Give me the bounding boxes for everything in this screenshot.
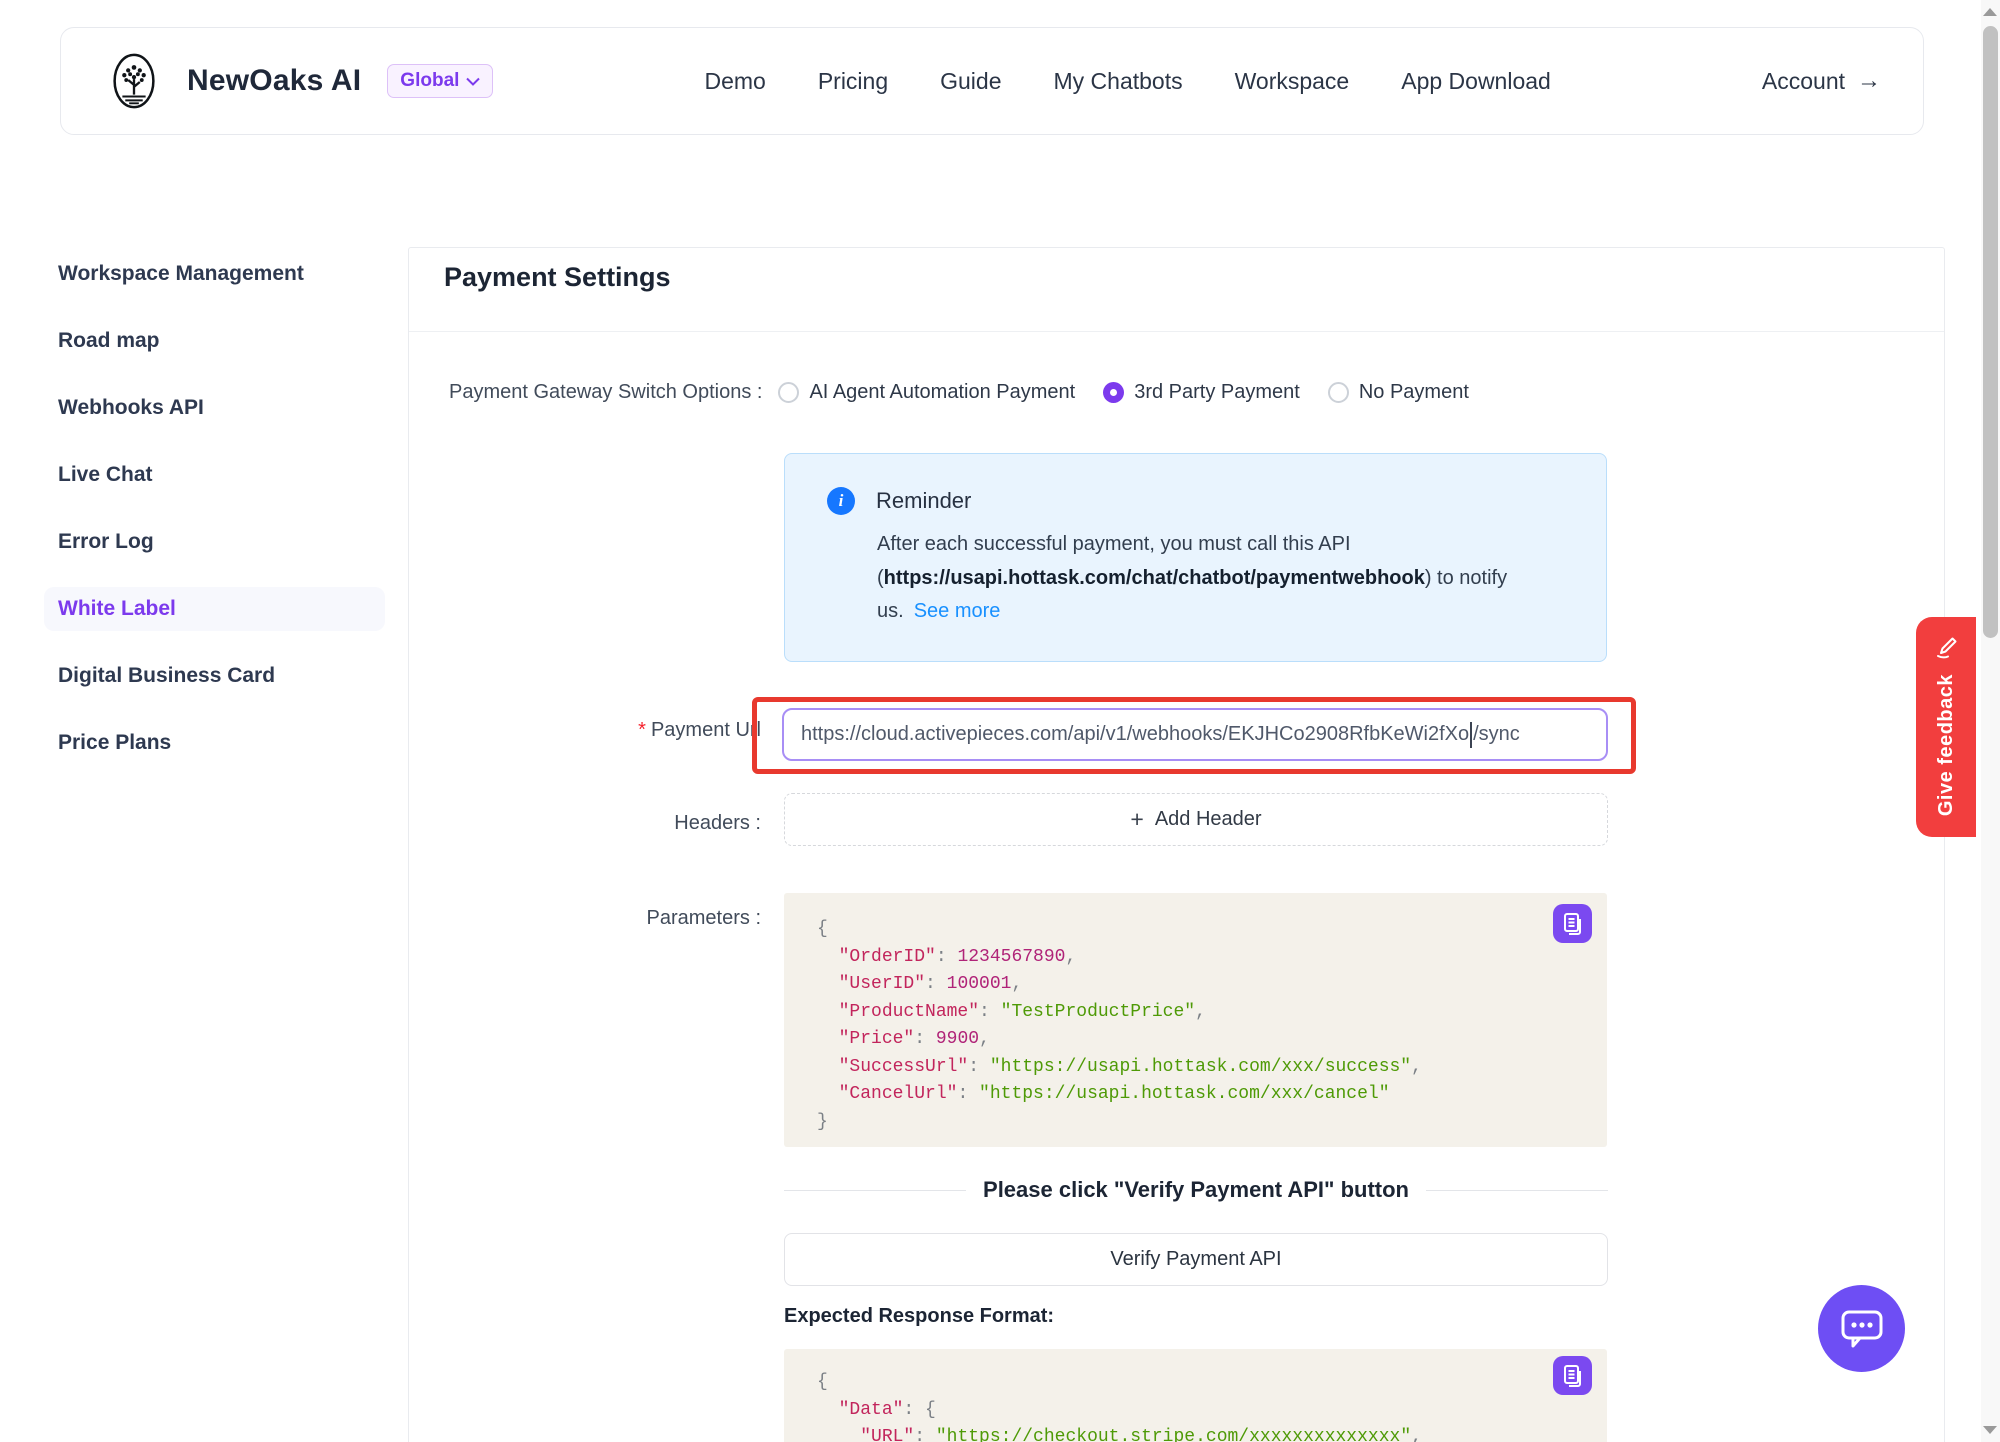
plus-icon: + — [1130, 808, 1143, 831]
radio-option-3rd-party-payment[interactable]: 3rd Party Payment — [1103, 381, 1300, 404]
arrow-right-icon: → — [1857, 67, 1881, 95]
region-label: Global — [400, 70, 459, 92]
title-divider — [409, 331, 1944, 332]
parameters-code: { "OrderID": 1234567890, "UserID": 10000… — [817, 916, 1607, 1136]
divider-line-left — [784, 1190, 966, 1191]
nav-item-workspace[interactable]: Workspace — [1235, 68, 1350, 95]
verify-payment-api-button[interactable]: Verify Payment API — [784, 1233, 1608, 1286]
give-feedback-label: Give feedback — [1935, 674, 1958, 816]
copy-icon — [1562, 912, 1584, 936]
sidebar-item-digital-business-card[interactable]: Digital Business Card — [44, 654, 385, 698]
gateway-switch-row: Payment Gateway Switch Options : AI Agen… — [449, 376, 1469, 408]
payment-url-input[interactable]: https://cloud.activepieces.com/api/v1/we… — [782, 708, 1608, 761]
divider-line-right — [1426, 1190, 1608, 1191]
payment-settings-panel: Payment Settings Payment Gateway Switch … — [408, 247, 1945, 1442]
radio-label: AI Agent Automation Payment — [809, 381, 1075, 404]
chevron-down-icon — [466, 77, 480, 86]
radio-unselected-icon[interactable] — [1328, 382, 1349, 403]
nav-item-app-download[interactable]: App Download — [1401, 68, 1551, 95]
brand-name: NewOaks AI — [187, 64, 361, 98]
payment-webhook-url: https://usapi.hottask.com/chat/chatbot/p… — [884, 567, 1425, 589]
region-selector[interactable]: Global — [387, 64, 493, 98]
top-navbar: NewOaks AI Global Demo Pricing Guide My Cha… — [60, 27, 1924, 135]
sidebar-item-workspace-management[interactable]: Workspace Management — [44, 252, 385, 296]
copy-icon — [1562, 1364, 1584, 1388]
newoaks-logo-icon — [103, 50, 165, 112]
verify-instruction-text: Please click "Verify Payment API" button — [983, 1177, 1409, 1203]
page-title: Payment Settings — [444, 262, 671, 293]
parameters-label: Parameters : — [449, 907, 761, 930]
see-more-link[interactable]: See more — [914, 600, 1001, 622]
app-root: NewOaks AI Global Demo Pricing Guide My Cha… — [0, 0, 2000, 1442]
radio-selected-icon[interactable] — [1103, 382, 1124, 403]
scroll-up-arrow[interactable] — [1983, 8, 1997, 16]
add-header-button[interactable]: + Add Header — [784, 793, 1608, 846]
sidebar-item-live-chat[interactable]: Live Chat — [44, 453, 385, 497]
scroll-down-arrow[interactable] — [1983, 1426, 1997, 1434]
required-asterisk: * — [638, 719, 646, 741]
nav-item-guide[interactable]: Guide — [940, 68, 1001, 95]
reminder-alert: i Reminder After each successful payment… — [784, 453, 1607, 662]
sidebar: Workspace Management Road map Webhooks API… — [44, 252, 385, 788]
brand: NewOaks AI Global — [103, 50, 493, 112]
scrollbar[interactable] — [1981, 0, 2000, 1442]
nav-item-my-chatbots[interactable]: My Chatbots — [1054, 68, 1183, 95]
reminder-line-2: (https://usapi.hottask.com/chat/chatbot/… — [877, 562, 1566, 596]
sidebar-item-error-log[interactable]: Error Log — [44, 520, 385, 564]
reminder-body: After each successful payment, you must … — [877, 528, 1566, 629]
reminder-line-3: us.See more — [877, 595, 1566, 629]
payment-url-value-end: /sync — [1473, 723, 1520, 746]
nav-item-demo[interactable]: Demo — [704, 68, 765, 95]
give-feedback-tab[interactable]: Give feedback — [1916, 617, 1976, 837]
account-link[interactable]: Account → — [1762, 67, 1881, 95]
payment-url-label: *Payment Url — [449, 719, 761, 742]
payment-url-value-start: https://cloud.activepieces.com/api/v1/we… — [801, 723, 1469, 746]
sidebar-item-price-plans[interactable]: Price Plans — [44, 721, 385, 765]
parameters-code-block: { "OrderID": 1234567890, "UserID": 10000… — [784, 893, 1607, 1147]
pencil-icon — [1933, 634, 1960, 661]
copy-parameters-button[interactable] — [1553, 904, 1592, 943]
expected-response-code: { "Data": { "URL": "https://checkout.str… — [817, 1369, 1607, 1442]
radio-label: 3rd Party Payment — [1134, 381, 1300, 404]
chat-widget-button[interactable] — [1818, 1285, 1905, 1372]
sidebar-item-white-label[interactable]: White Label — [44, 587, 385, 631]
radio-label: No Payment — [1359, 381, 1469, 404]
gateway-options-label: Payment Gateway Switch Options : — [449, 381, 762, 404]
reminder-title: Reminder — [876, 488, 971, 514]
reminder-line-1: After each successful payment, you must … — [877, 528, 1566, 562]
account-label: Account — [1762, 68, 1845, 95]
headers-label: Headers : — [449, 812, 761, 835]
nav-item-pricing[interactable]: Pricing — [818, 68, 888, 95]
expected-response-label: Expected Response Format: — [784, 1305, 1054, 1328]
radio-option-ai-agent-automation-payment[interactable]: AI Agent Automation Payment — [778, 381, 1075, 404]
radio-unselected-icon[interactable] — [778, 382, 799, 403]
sidebar-item-road-map[interactable]: Road map — [44, 319, 385, 363]
scrollbar-thumb[interactable] — [1983, 26, 1998, 638]
chat-bubble-icon — [1839, 1308, 1885, 1350]
gateway-radio-group: AI Agent Automation Payment 3rd Party Pay… — [778, 381, 1468, 404]
sidebar-item-webhooks-api[interactable]: Webhooks API — [44, 386, 385, 430]
text-cursor — [1470, 722, 1472, 748]
main-nav: Demo Pricing Guide My Chatbots Workspace App … — [493, 68, 1761, 95]
info-icon: i — [827, 487, 855, 515]
expected-response-code-block: { "Data": { "URL": "https://checkout.str… — [784, 1349, 1607, 1442]
radio-option-no-payment[interactable]: No Payment — [1328, 381, 1469, 404]
add-header-label: Add Header — [1155, 808, 1262, 831]
reminder-header: i Reminder — [827, 487, 1566, 515]
verify-instruction-divider: Please click "Verify Payment API" button — [784, 1177, 1608, 1203]
copy-expected-response-button[interactable] — [1553, 1356, 1592, 1395]
